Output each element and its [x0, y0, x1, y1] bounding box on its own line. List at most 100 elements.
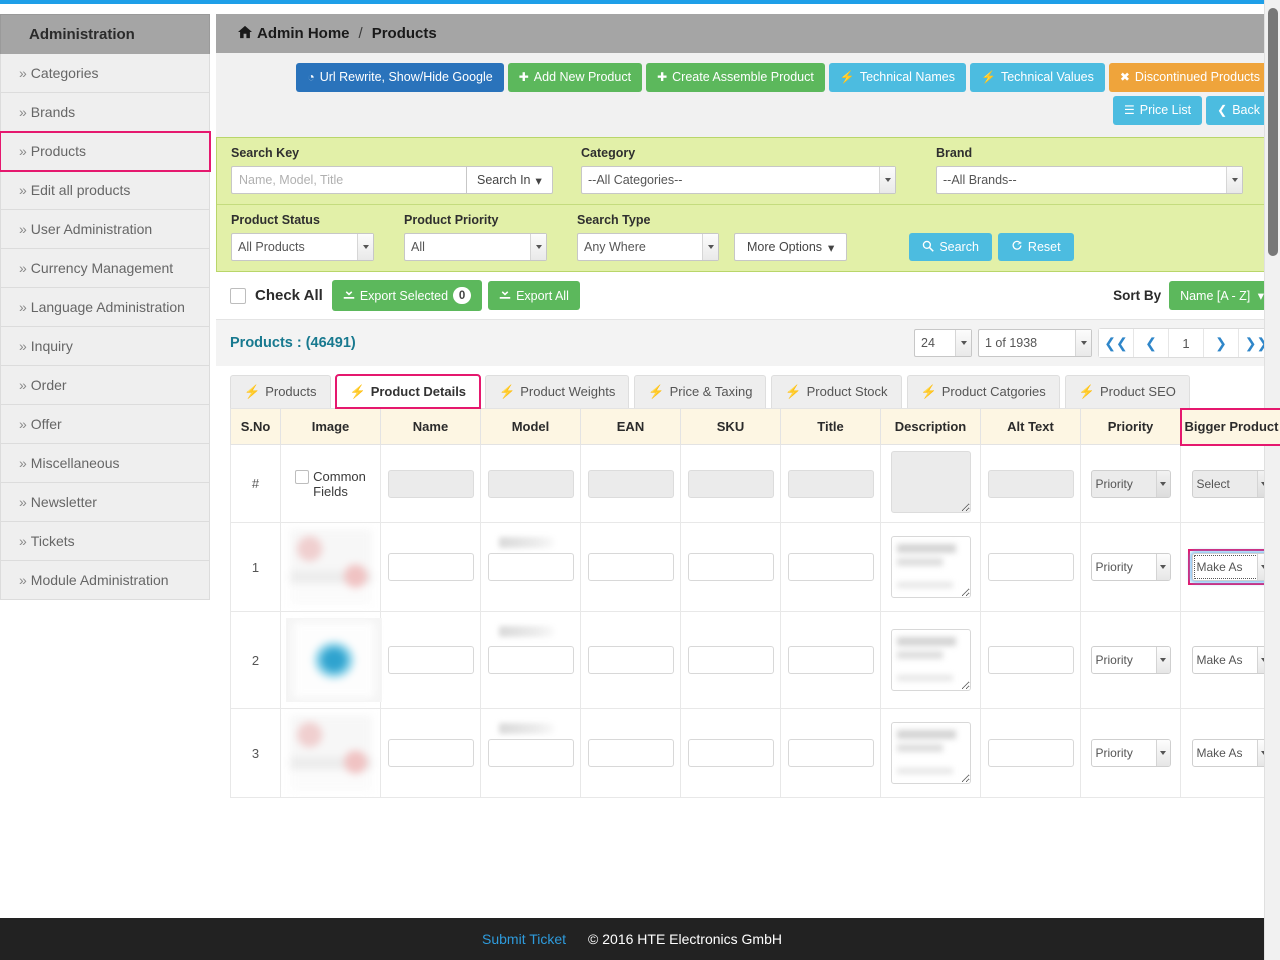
name-input[interactable] [387, 553, 474, 581]
priority-select[interactable]: Priority [1090, 646, 1171, 674]
url-rewrite-show-hide-google-button[interactable]: ◔ Url Rewrite, Show/Hide Google [296, 63, 504, 92]
page-scrollbar[interactable] [1264, 0, 1280, 960]
brand-select[interactable]: --All Brands-- [936, 166, 1243, 194]
model-input[interactable] [487, 739, 574, 767]
tab-product-details[interactable]: ⚡ Product Details [334, 374, 482, 409]
row-serial: 2 [230, 611, 281, 709]
ean-input[interactable] [587, 739, 674, 767]
sidebar-item-edit-all-products[interactable]: » Edit all products [0, 171, 210, 210]
more-options-button[interactable]: More Options ▾ [734, 233, 848, 261]
search-in-dropdown[interactable]: Search In ▾ [466, 166, 553, 194]
alt-text-input[interactable] [987, 646, 1074, 674]
tab-product-seo[interactable]: ⚡ Product SEO [1064, 375, 1190, 408]
breadcrumb-current: Products [371, 25, 437, 42]
scrollbar-thumb[interactable] [1268, 8, 1278, 256]
sidebar-item-miscellaneous[interactable]: » Miscellaneous [0, 444, 210, 483]
bigger-product-select[interactable]: Make As [1191, 646, 1272, 674]
submit-ticket-link[interactable]: Submit Ticket [482, 931, 566, 947]
export-selected-label: Export Selected [359, 288, 449, 303]
prev-page-button[interactable]: ❮ [1134, 329, 1169, 357]
product-priority-label: Product Priority [404, 213, 499, 227]
add-new-product-button[interactable]: ✚ Add New Product [507, 63, 643, 92]
per-page-select[interactable]: 24 [914, 329, 972, 357]
reset-button[interactable]: Reset [997, 233, 1074, 261]
chevron-right-icon: » [19, 533, 27, 549]
technical-names-button[interactable]: ⚡ Technical Names [828, 63, 967, 92]
bigger-product-select[interactable]: Make As [1191, 739, 1272, 767]
product-status-select[interactable]: All Products [231, 233, 374, 261]
title-input[interactable] [787, 739, 874, 767]
toolbar-row-secondary: ☰ Price List ❮ Back [228, 96, 1271, 125]
sku-input[interactable] [687, 553, 774, 581]
model-input[interactable] [487, 553, 574, 581]
sidebar-item-newsletter[interactable]: » Newsletter [0, 483, 210, 522]
name-input[interactable] [387, 739, 474, 767]
page-jump-select[interactable]: 1 of 1938 [978, 329, 1092, 357]
sidebar-item-language-administration[interactable]: » Language Administration [0, 288, 210, 327]
tab-product-weights[interactable]: ⚡ Product Weights [485, 375, 630, 408]
first-page-button[interactable]: ❮❮ [1099, 329, 1134, 357]
check-all-checkbox[interactable] [230, 287, 246, 304]
alt-text-input[interactable] [987, 739, 1074, 767]
product-image[interactable] [280, 611, 382, 709]
product-priority-field: Product Priority All [404, 213, 577, 261]
product-image[interactable] [280, 708, 381, 798]
sidebar-item-user-administration[interactable]: » User Administration [0, 210, 210, 249]
ean-input[interactable] [587, 553, 674, 581]
current-page-number[interactable]: 1 [1169, 329, 1204, 357]
sidebar-item-module-administration[interactable]: » Module Administration [0, 561, 210, 600]
technical-values-button[interactable]: ⚡ Technical Values [970, 63, 1105, 92]
sort-by-label: Sort By [1113, 288, 1162, 303]
bigger-product-select[interactable]: Select [1191, 469, 1272, 498]
category-select[interactable]: --All Categories-- [581, 166, 896, 194]
create-assemble-product-button[interactable]: ✚ Create Assemble Product [646, 63, 825, 92]
model-input [487, 469, 574, 498]
export-all-button[interactable]: Export All [488, 281, 580, 310]
sku-input[interactable] [687, 646, 774, 674]
sidebar-item-products[interactable]: » Products [0, 131, 211, 172]
search-button[interactable]: Search [909, 233, 992, 261]
common-fields-checkbox[interactable] [295, 469, 310, 484]
search-filter-panel: Search Key Search In ▾ Category [216, 137, 1280, 272]
breadcrumb-home[interactable]: Admin Home [257, 25, 350, 42]
name-input[interactable] [387, 646, 474, 674]
sidebar-item-tickets[interactable]: » Tickets [0, 522, 210, 561]
sidebar-item-label: Tickets [30, 533, 75, 549]
next-page-button[interactable]: ❯ [1204, 329, 1239, 357]
sidebar: Administration » Categories» Brands» Produc… [0, 4, 211, 600]
chevron-right-icon: » [19, 65, 27, 81]
priority-select[interactable]: Priority [1090, 739, 1171, 767]
sidebar-item-brands[interactable]: » Brands [0, 93, 210, 132]
search-type-select[interactable]: Any Where [577, 233, 719, 261]
sidebar-item-offer[interactable]: » Offer [0, 405, 210, 444]
tab-product-catgories[interactable]: ⚡ Product Catgories [906, 375, 1060, 408]
product-priority-select[interactable]: All [404, 233, 547, 261]
bigger-product-select[interactable]: Make As [1191, 553, 1272, 581]
ean-input[interactable] [587, 646, 674, 674]
model-input[interactable] [487, 646, 574, 674]
sidebar-item-order[interactable]: » Order [0, 366, 210, 405]
tab-products[interactable]: ⚡ Products [230, 375, 331, 408]
common-fields-row: # Common Fields Priority Select [230, 444, 1280, 523]
back-button[interactable]: ❮ Back [1206, 96, 1271, 125]
export-selected-button[interactable]: Export Selected 0 [331, 280, 483, 311]
title-input[interactable] [787, 553, 874, 581]
tab-product-stock[interactable]: ⚡ Product Stock [771, 375, 902, 408]
product-image[interactable] [280, 522, 381, 612]
title-input[interactable] [787, 646, 874, 674]
export-selected-count: 0 [453, 287, 472, 304]
sidebar-item-categories[interactable]: » Categories [0, 54, 210, 93]
sidebar-item-inquiry[interactable]: » Inquiry [0, 327, 210, 366]
discontinued-products-button[interactable]: ✖ Discontinued Products [1108, 63, 1271, 92]
priority-select[interactable]: Priority [1090, 469, 1171, 498]
tab-price-taxing[interactable]: ⚡ Price & Taxing [634, 375, 767, 408]
sku-input[interactable] [687, 739, 774, 767]
search-input[interactable] [231, 166, 466, 194]
button-label: Technical Values [1000, 70, 1094, 84]
sidebar-item-currency-management[interactable]: » Currency Management [0, 249, 210, 288]
alt-text-input[interactable] [987, 553, 1074, 581]
sort-by-button[interactable]: Name [A - Z] ▾ [1169, 281, 1275, 310]
price-list-button[interactable]: ☰ Price List [1112, 96, 1203, 125]
category-field: Category --All Categories-- [581, 146, 936, 194]
priority-select[interactable]: Priority [1090, 553, 1171, 581]
